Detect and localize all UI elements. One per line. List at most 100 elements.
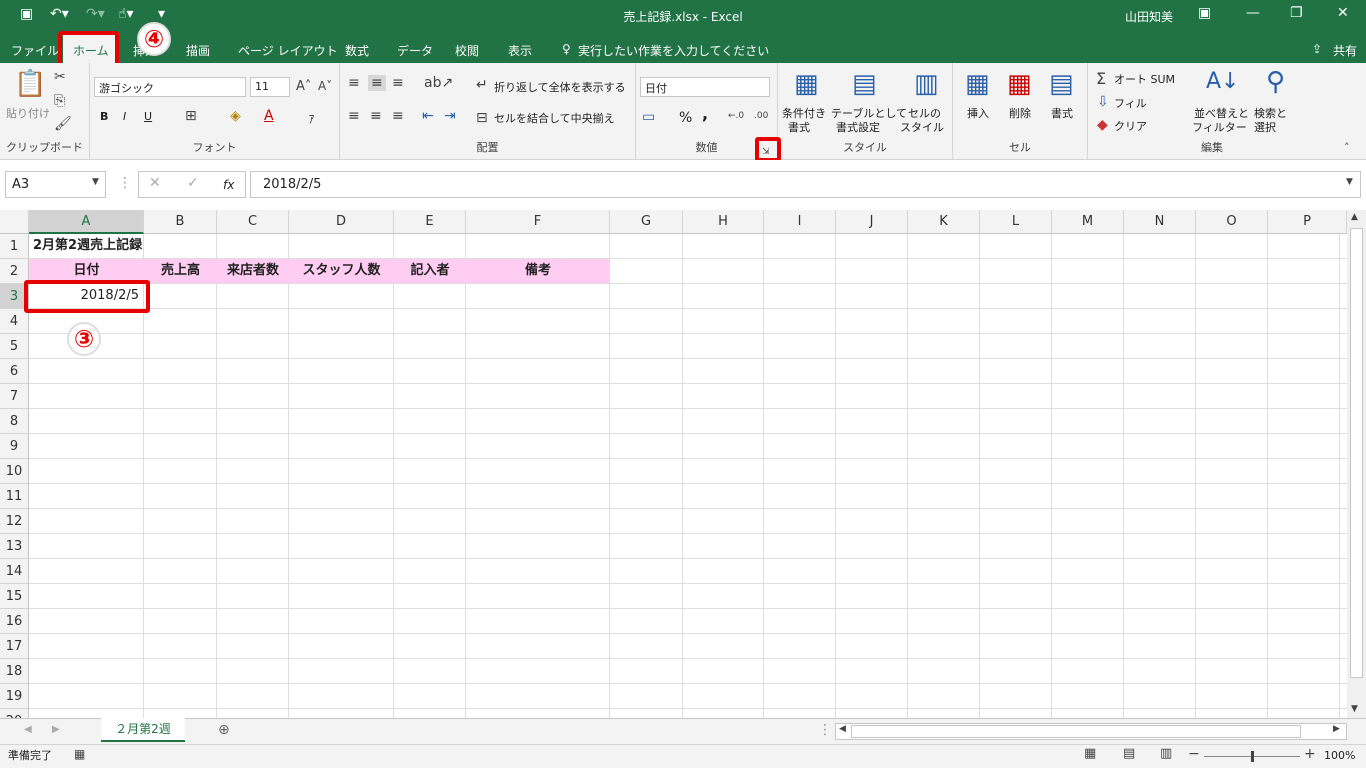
row-header-15[interactable]: 15 xyxy=(0,584,29,609)
share-button[interactable]: 共有 xyxy=(1333,42,1357,59)
row-header-7[interactable]: 7 xyxy=(0,384,29,409)
column-header-d[interactable]: D xyxy=(289,210,394,234)
column-header-k[interactable]: K xyxy=(908,210,980,234)
row-header-9[interactable]: 9 xyxy=(0,434,29,459)
increase-decimal-icon[interactable]: ←.0 xyxy=(728,111,744,121)
normal-view-icon[interactable]: ▦ xyxy=(1084,746,1096,761)
column-header-c[interactable]: C xyxy=(217,210,289,234)
prev-sheet-icon[interactable]: ◀ xyxy=(24,724,32,735)
row-header-12[interactable]: 12 xyxy=(0,509,29,534)
expand-formula-bar-icon[interactable]: ▼ xyxy=(1346,177,1353,187)
tab-page-layout[interactable]: ページ レイアウト xyxy=(238,42,338,59)
borders-icon[interactable]: ⊞ xyxy=(185,108,197,124)
collapse-ribbon-icon[interactable]: ˄ xyxy=(1344,141,1350,154)
align-center-icon[interactable]: ≡ xyxy=(370,108,382,124)
name-box[interactable]: A3 xyxy=(5,171,106,198)
wrap-text-icon[interactable]: ↵ xyxy=(476,77,488,93)
sheet-tab[interactable]: ２月第2週 xyxy=(101,718,185,742)
row-header-8[interactable]: 8 xyxy=(0,409,29,434)
decrease-decimal-icon[interactable]: .00 xyxy=(754,111,768,121)
row-header-20[interactable]: 20 xyxy=(0,709,29,718)
formula-input[interactable]: 2018/2/5 xyxy=(250,171,1361,198)
scroll-down-icon[interactable]: ▼ xyxy=(1351,704,1358,714)
merge-center-button[interactable]: セルを結合して中央揃え xyxy=(494,112,615,126)
tab-review[interactable]: 校閲 xyxy=(455,42,479,59)
cell-d2[interactable]: スタッフ人数 xyxy=(289,259,394,283)
conditional-formatting-label-1[interactable]: 条件付き xyxy=(782,107,826,121)
scroll-left-icon[interactable]: ◀ xyxy=(839,724,846,734)
tab-data[interactable]: データ xyxy=(397,42,433,59)
align-middle-icon[interactable]: ≡ xyxy=(368,75,386,91)
cell-styles-icon[interactable]: ▥ xyxy=(914,69,939,99)
select-all-corner[interactable] xyxy=(0,210,29,234)
restore-icon[interactable]: ❐ xyxy=(1290,5,1303,21)
row-header-17[interactable]: 17 xyxy=(0,634,29,659)
column-header-o[interactable]: O xyxy=(1196,210,1268,234)
cell-styles-label-2[interactable]: スタイル xyxy=(900,121,944,135)
row-header-16[interactable]: 16 xyxy=(0,609,29,634)
cut-icon[interactable]: ✂ xyxy=(54,69,66,85)
underline-button[interactable]: U xyxy=(144,110,152,124)
vertical-scroll-thumb[interactable] xyxy=(1350,228,1363,678)
cell-styles-label-1[interactable]: セルの xyxy=(908,107,941,121)
autosum-button[interactable]: オート SUM xyxy=(1114,73,1175,87)
scroll-up-icon[interactable]: ▲ xyxy=(1351,212,1358,222)
minimize-icon[interactable]: — xyxy=(1246,5,1260,21)
format-as-table-label-2[interactable]: 書式設定 xyxy=(836,121,880,135)
share-icon[interactable]: ⇪ xyxy=(1312,42,1322,56)
horizontal-scrollbar[interactable]: ◀ ▶ xyxy=(835,723,1347,740)
page-layout-view-icon[interactable]: ▤ xyxy=(1123,746,1135,761)
row-header-18[interactable]: 18 xyxy=(0,659,29,684)
conditional-formatting-label-2[interactable]: 書式 xyxy=(788,121,810,135)
clear-icon[interactable]: ◆ xyxy=(1097,117,1108,133)
decrease-indent-icon[interactable]: ⇤ xyxy=(422,108,434,124)
copy-icon[interactable]: ⎘ xyxy=(54,93,65,109)
row-header-14[interactable]: 14 xyxy=(0,559,29,584)
column-header-b[interactable]: B xyxy=(144,210,217,234)
cell-a1[interactable]: 2月第2週売上記録 xyxy=(33,234,142,258)
column-header-p[interactable]: P xyxy=(1268,210,1347,234)
format-cells-icon[interactable]: ▤ xyxy=(1049,69,1074,99)
row-header-10[interactable]: 10 xyxy=(0,459,29,484)
paste-icon[interactable]: 📋 xyxy=(14,69,46,99)
shrink-font-icon[interactable]: A˅ xyxy=(318,79,332,93)
sort-filter-label-2[interactable]: フィルター xyxy=(1192,121,1247,135)
merge-center-icon[interactable]: ⊟ xyxy=(476,110,488,126)
user-name[interactable]: 山田知美 xyxy=(1125,8,1173,25)
fill-button[interactable]: フィル xyxy=(1114,97,1147,111)
grow-font-icon[interactable]: A˄ xyxy=(296,79,311,94)
row-header-11[interactable]: 11 xyxy=(0,484,29,509)
tab-file[interactable]: ファイル xyxy=(11,42,59,59)
clear-button[interactable]: クリア xyxy=(1114,120,1147,134)
column-header-a[interactable]: A xyxy=(29,210,144,234)
format-painter-icon[interactable]: 🖌 xyxy=(54,116,72,132)
increase-indent-icon[interactable]: ⇥ xyxy=(444,108,456,124)
insert-function-button[interactable]: fx xyxy=(223,178,234,192)
page-break-view-icon[interactable]: ▥ xyxy=(1160,746,1172,761)
zoom-slider-thumb[interactable] xyxy=(1251,751,1254,762)
align-bottom-icon[interactable]: ≡ xyxy=(392,75,404,91)
fill-icon[interactable]: ⇩ xyxy=(1097,94,1109,110)
font-name-dropdown[interactable]: 游ゴシック xyxy=(94,77,246,97)
column-header-n[interactable]: N xyxy=(1124,210,1196,234)
cell-b2[interactable]: 売上高 xyxy=(144,259,217,283)
zoom-in-icon[interactable]: + xyxy=(1304,746,1316,762)
fill-color-icon[interactable]: ◈ xyxy=(230,108,241,124)
phonetic-icon[interactable]: ｧ xyxy=(308,108,315,128)
enter-icon[interactable]: ✓ xyxy=(187,175,199,191)
tab-split-icon[interactable]: ⋮ xyxy=(818,722,832,738)
font-color-icon[interactable]: A xyxy=(264,108,274,124)
conditional-formatting-icon[interactable]: ▦ xyxy=(794,69,819,99)
insert-cells-button[interactable]: 挿入 xyxy=(967,107,989,121)
column-header-f[interactable]: F xyxy=(466,210,610,234)
row-header-13[interactable]: 13 xyxy=(0,534,29,559)
column-header-h[interactable]: H xyxy=(683,210,764,234)
scroll-right-icon[interactable]: ▶ xyxy=(1333,724,1340,734)
column-header-l[interactable]: L xyxy=(980,210,1052,234)
tab-view[interactable]: 表示 xyxy=(508,42,532,59)
column-header-m[interactable]: M xyxy=(1052,210,1124,234)
worksheet-grid[interactable]: A B C D E F G H I J K L M N O P 1 2 3 4 … xyxy=(0,210,1347,718)
ribbon-display-icon[interactable]: ▣ xyxy=(1198,5,1211,21)
macro-record-icon[interactable]: ▦ xyxy=(74,747,85,761)
row-header-5[interactable]: 5 xyxy=(0,334,29,359)
